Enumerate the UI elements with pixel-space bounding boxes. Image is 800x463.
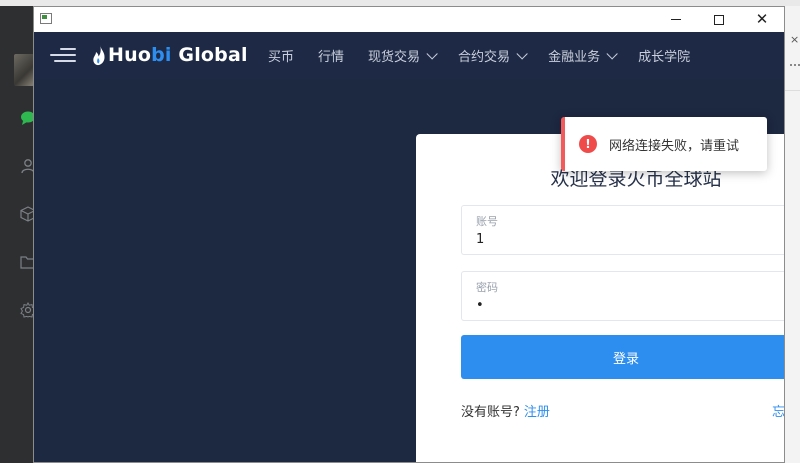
account-label: 账号 — [476, 215, 498, 228]
no-account-text: 没有账号? — [461, 405, 520, 420]
register-row: 没有账号? 注册 — [461, 401, 550, 420]
close-button[interactable]: ✕ — [740, 7, 784, 32]
maximize-icon — [714, 14, 724, 25]
nav-menu: 买币 行情 现货交易 合约交易 金融业务 成长学院 — [268, 32, 714, 79]
background-more-icon — [790, 64, 800, 66]
nav-item-buy-crypto[interactable]: 买币 — [268, 46, 294, 65]
background-right-panel — [785, 6, 800, 463]
chevron-down-icon — [606, 47, 618, 60]
nav-item-finance[interactable]: 金融业务 — [548, 46, 618, 65]
nav-item-futures-trading[interactable]: 合约交易 — [458, 46, 528, 65]
app-window: ✕ Huobi Global 买币 行情 现货交易 合约交易 金融业务 成长学院… — [33, 6, 785, 463]
maximize-button[interactable] — [697, 7, 741, 32]
app-icon — [40, 13, 52, 24]
nav-item-spot-trading[interactable]: 现货交易 — [368, 46, 438, 65]
window-titlebar[interactable]: ✕ — [34, 7, 784, 32]
nav-item-markets[interactable]: 行情 — [318, 46, 344, 65]
background-divider — [785, 90, 800, 91]
minimize-button[interactable] — [654, 7, 698, 32]
top-navbar: Huobi Global 买币 行情 现货交易 合约交易 金融业务 成长学院 — [34, 32, 784, 79]
password-field[interactable]: 密码 — [461, 271, 784, 321]
background-close-icon: × — [790, 33, 800, 46]
minimize-icon — [671, 19, 681, 20]
close-icon: ✕ — [755, 10, 769, 28]
error-icon: ! — [579, 135, 597, 153]
forgot-password-link[interactable]: 忘 — [772, 401, 784, 420]
flame-icon — [93, 45, 105, 66]
register-link[interactable]: 注册 — [524, 401, 550, 420]
chevron-down-icon — [426, 47, 438, 60]
background-avatar — [14, 54, 34, 86]
login-panel: 欢迎登录火币全球站 账号 密码 登录 没有账号? 注册 忘 — [416, 134, 784, 462]
account-field[interactable]: 账号 — [461, 205, 784, 255]
login-button[interactable]: 登录 — [461, 335, 784, 379]
background-app-sidebar — [0, 6, 36, 463]
nav-item-academy[interactable]: 成长学院 — [638, 46, 690, 65]
chevron-down-icon — [516, 47, 528, 60]
account-input[interactable] — [476, 230, 776, 248]
menu-icon[interactable] — [50, 47, 76, 63]
password-input[interactable] — [476, 296, 776, 314]
error-toast: ! 网络连接失败，请重试 — [561, 117, 767, 171]
logo-text: Huobi Global — [108, 44, 248, 66]
password-label: 密码 — [476, 281, 498, 294]
toast-message: 网络连接失败，请重试 — [609, 138, 740, 154]
huobi-logo[interactable]: Huobi Global — [92, 43, 248, 67]
